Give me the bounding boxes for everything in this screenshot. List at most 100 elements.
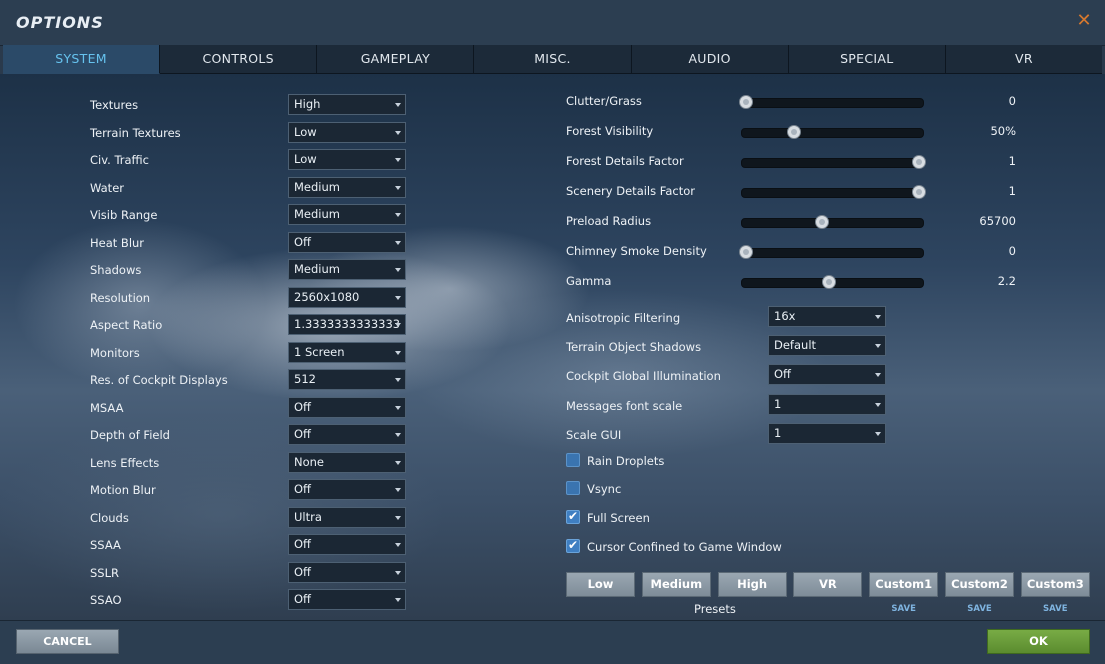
- tab-vr[interactable]: VR: [945, 45, 1102, 74]
- chimney-smoke-density-slider[interactable]: [738, 245, 924, 259]
- setting-label: Water: [90, 180, 124, 195]
- slider-row-scenery-details-factor: Scenery Details Factor 1: [566, 180, 1016, 204]
- slider-handle[interactable]: [738, 245, 753, 259]
- gamma-slider[interactable]: [741, 275, 924, 289]
- slider-handle[interactable]: [912, 155, 927, 169]
- ok-button[interactable]: OK: [987, 629, 1090, 654]
- setting-row-clouds: Clouds Ultra: [90, 506, 410, 529]
- tab-audio[interactable]: AUDIO: [631, 45, 789, 74]
- slider-handle[interactable]: [787, 125, 802, 139]
- chevron-down-icon: [395, 433, 401, 437]
- visib-range-dropdown[interactable]: Medium: [288, 204, 406, 225]
- setting-label: Depth of Field: [90, 428, 170, 442]
- aspect-ratio-dropdown[interactable]: 1.3333333333333: [288, 314, 406, 335]
- slider-label: Forest Details Factor: [566, 154, 684, 168]
- heat-blur-dropdown[interactable]: Off: [288, 231, 406, 253]
- dropdown-value: 16x: [774, 309, 796, 323]
- slider-handle[interactable]: [814, 215, 829, 229]
- slider-label: Gamma: [566, 274, 612, 288]
- tab-system[interactable]: SYSTEM: [3, 45, 161, 74]
- dropdown-value: Medium: [294, 179, 340, 194]
- dropdown-value: Medium: [294, 262, 340, 276]
- setting-label: Visib Range: [90, 208, 158, 222]
- preset-vr-button[interactable]: VR: [793, 572, 863, 597]
- dropdown-value: High: [294, 97, 321, 111]
- checkmark-icon[interactable]: ✔: [566, 509, 580, 524]
- msaa-dropdown[interactable]: Off: [288, 396, 406, 418]
- depth-of-field-dropdown[interactable]: Off: [288, 424, 406, 445]
- close-icon[interactable]: ✕: [1075, 12, 1093, 30]
- setting-label: Anisotropic Filtering: [566, 311, 681, 325]
- resolution-dropdown[interactable]: 2560x1080: [288, 286, 406, 308]
- slider-value: 1: [1008, 154, 1016, 168]
- chevron-down-icon: [395, 185, 401, 190]
- chevron-down-icon: [395, 460, 401, 465]
- checkbox-label: Cursor Confined to Game Window: [587, 540, 782, 554]
- civ-traffic-dropdown[interactable]: Low: [288, 149, 406, 170]
- forest-visibility-slider[interactable]: [741, 125, 924, 139]
- res-of-cockpit-displays-dropdown[interactable]: 512: [288, 369, 406, 390]
- preset-low-button[interactable]: Low: [566, 572, 635, 597]
- water-dropdown[interactable]: Medium: [288, 176, 406, 198]
- checkbox-label: Vsync: [587, 482, 622, 496]
- preload-radius-slider[interactable]: [741, 215, 924, 229]
- clutter-grass-slider[interactable]: [738, 95, 924, 109]
- setting-row-textures: Textures High: [90, 94, 410, 116]
- setting-row-motion-blur: Motion Blur Off: [90, 479, 410, 501]
- slider-handle[interactable]: [821, 275, 836, 289]
- lens-effects-dropdown[interactable]: None: [288, 451, 406, 473]
- motion-blur-dropdown[interactable]: Off: [288, 479, 406, 500]
- ssaa-dropdown[interactable]: Off: [288, 534, 406, 555]
- scale-gui-dropdown[interactable]: 1: [768, 422, 886, 444]
- clouds-dropdown[interactable]: Ultra: [288, 506, 406, 528]
- slider-handle[interactable]: [738, 95, 753, 109]
- scenery-details-factor-slider[interactable]: [741, 185, 927, 199]
- save-custom3-link[interactable]: SAVE: [1021, 604, 1090, 614]
- preset-medium-button[interactable]: Medium: [641, 572, 711, 597]
- chevron-down-icon: [395, 350, 401, 355]
- preset-custom1-button[interactable]: Custom1: [869, 572, 939, 597]
- tab-misc[interactable]: MISC.: [474, 45, 632, 74]
- tab-special[interactable]: SPECIAL: [788, 45, 946, 74]
- setting-row-aspect-ratio: Aspect Ratio 1.3333333333333: [90, 314, 410, 336]
- cockpit-global-illumination-dropdown[interactable]: Off: [768, 364, 886, 386]
- checkmark-icon[interactable]: ✔: [566, 538, 580, 553]
- forest-details-factor-slider[interactable]: [741, 155, 927, 169]
- cancel-button[interactable]: CANCEL: [16, 629, 119, 654]
- rain-droplets-checkbox[interactable]: Rain Droplets: [566, 452, 866, 470]
- anisotropic-filtering-dropdown[interactable]: 16x: [768, 306, 886, 327]
- tab-gameplay[interactable]: GAMEPLAY: [317, 45, 475, 74]
- full-screen-checkbox[interactable]: ✔ Full Screen: [566, 509, 866, 527]
- slider-handle[interactable]: [912, 185, 927, 199]
- preset-high-button[interactable]: High: [717, 572, 787, 597]
- terrain-textures-dropdown[interactable]: Low: [288, 121, 406, 143]
- setting-row-monitors: Monitors 1 Screen: [90, 341, 410, 364]
- checkbox-box[interactable]: [566, 453, 580, 467]
- cursor-confined-to-game-window-checkbox[interactable]: ✔ Cursor Confined to Game Window: [566, 538, 866, 556]
- terrain-object-shadows-dropdown[interactable]: Default: [768, 335, 886, 357]
- preset-custom2-button[interactable]: Custom2: [945, 572, 1014, 597]
- setting-label: Scale GUI: [566, 427, 622, 442]
- textures-dropdown[interactable]: High: [288, 94, 406, 115]
- monitors-dropdown[interactable]: 1 Screen: [288, 341, 406, 363]
- ssao-dropdown[interactable]: Off: [288, 589, 406, 610]
- save-custom2-link[interactable]: SAVE: [945, 604, 1014, 614]
- tab-controls[interactable]: CONTROLS: [160, 45, 318, 74]
- shadows-dropdown[interactable]: Medium: [288, 259, 406, 280]
- checkbox-box[interactable]: [566, 481, 580, 495]
- slider-label: Chimney Smoke Density: [566, 244, 707, 258]
- slider-label: Preload Radius: [566, 214, 652, 228]
- vsync-checkbox[interactable]: Vsync: [566, 480, 866, 498]
- messages-font-scale-dropdown[interactable]: 1: [768, 393, 886, 415]
- save-custom1-link[interactable]: SAVE: [869, 604, 938, 614]
- slider-row-forest-visibility: Forest Visibility 50%: [566, 120, 1016, 144]
- preset-custom3-button[interactable]: Custom3: [1020, 572, 1090, 597]
- dropdown-value: None: [294, 454, 325, 469]
- setting-label: Res. of Cockpit Displays: [90, 373, 228, 387]
- chevron-down-icon: [875, 344, 881, 349]
- sslr-dropdown[interactable]: Off: [288, 561, 406, 583]
- dropdown-value: Off: [294, 537, 311, 551]
- setting-row-anisotropic-filtering: Anisotropic Filtering 16x: [566, 306, 886, 329]
- slider-value: 2.2: [997, 274, 1016, 288]
- setting-label: Monitors: [90, 345, 140, 360]
